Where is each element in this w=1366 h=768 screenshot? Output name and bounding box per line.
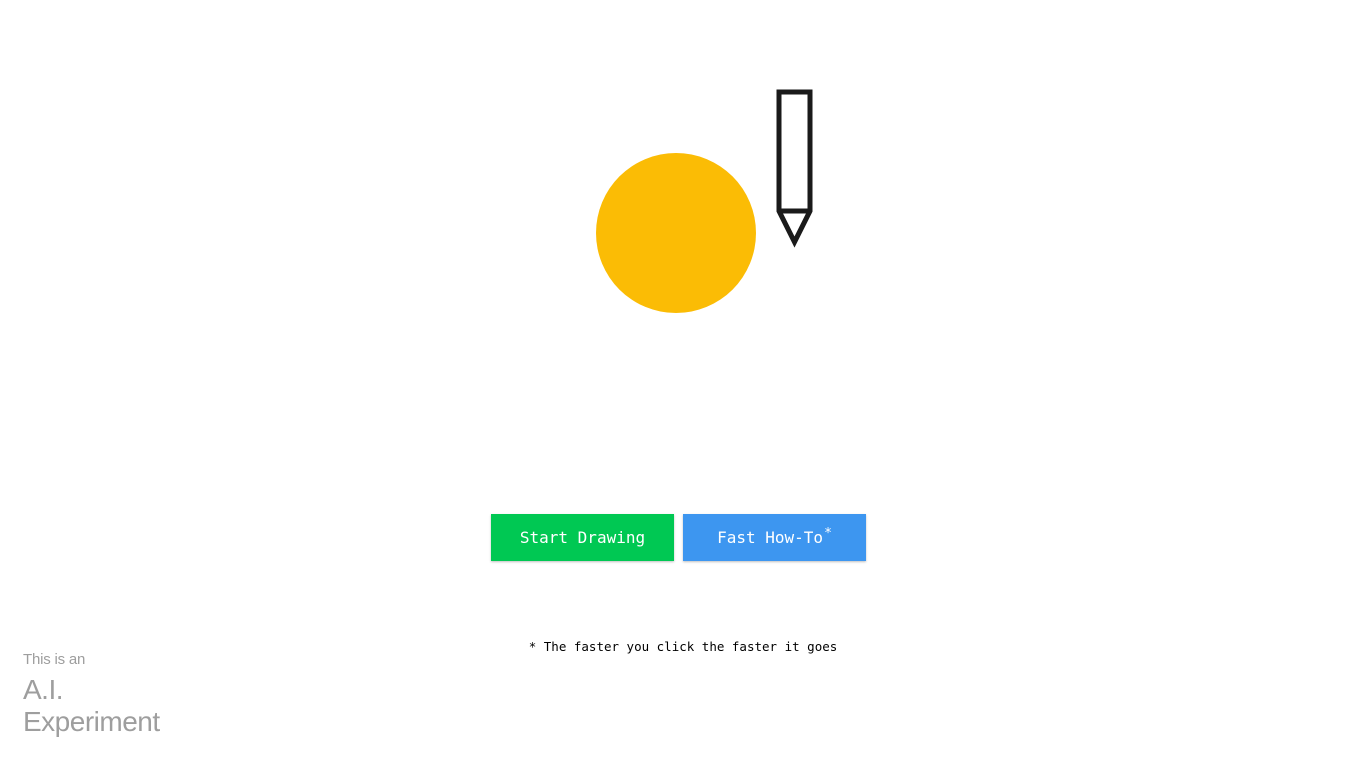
start-drawing-button[interactable]: Start Drawing bbox=[491, 514, 674, 561]
ai-experiment-badge[interactable]: This is an A.I. Experiment bbox=[23, 651, 160, 738]
fast-how-to-marker: * bbox=[824, 526, 832, 541]
yellow-circle-illustration bbox=[596, 153, 756, 313]
fast-how-to-label: Fast How-To bbox=[717, 528, 824, 547]
badge-line-3: Experiment bbox=[23, 706, 160, 737]
start-drawing-label: Start Drawing bbox=[519, 528, 646, 547]
badge-line-2: A.I. bbox=[23, 674, 64, 705]
pencil-icon bbox=[774, 89, 816, 249]
speed-footnote: * The faster you click the faster it goe… bbox=[528, 639, 838, 654]
fast-how-to-button[interactable]: Fast How-To * bbox=[683, 514, 866, 561]
action-buttons: Start Drawing Fast How-To * bbox=[491, 514, 866, 561]
badge-line-1: This is an bbox=[23, 651, 86, 668]
